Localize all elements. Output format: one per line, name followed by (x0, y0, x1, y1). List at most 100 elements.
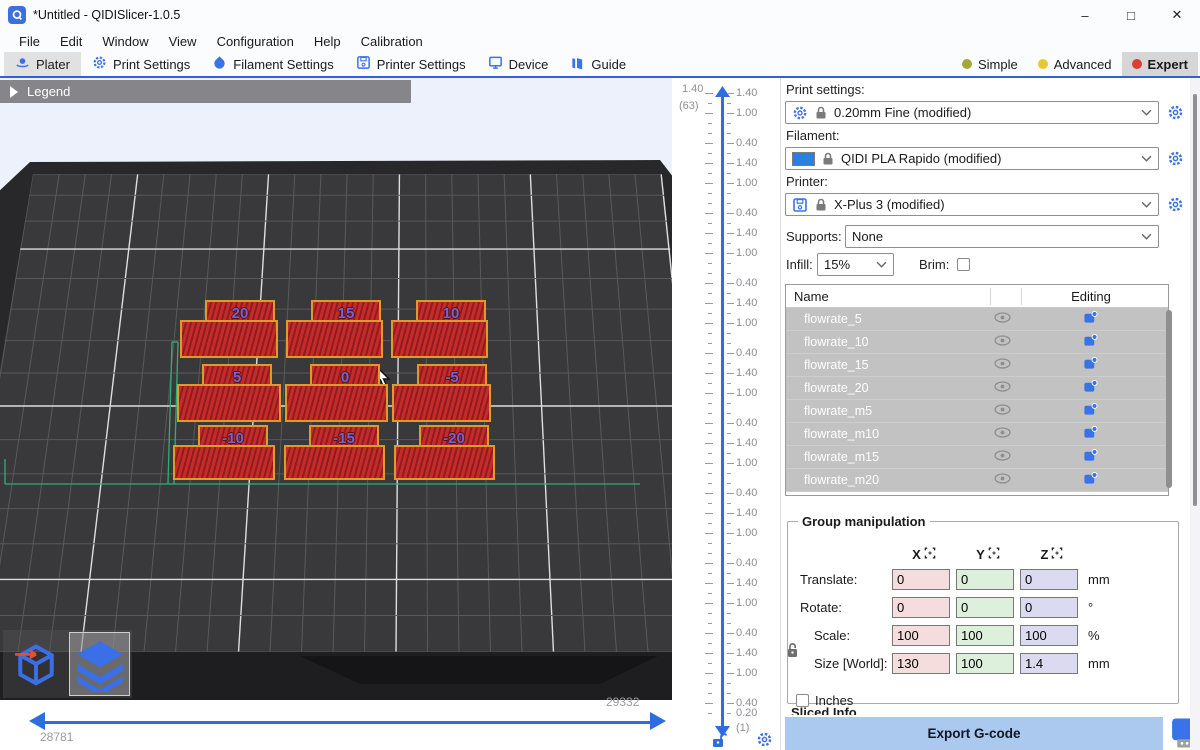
edit-object-icon[interactable] (1083, 310, 1099, 328)
object-row[interactable]: flowrate_m5 (786, 400, 1168, 423)
tab-filament-settings[interactable]: Filament Settings (201, 52, 344, 76)
brim-checkbox[interactable] (957, 258, 970, 271)
edit-object-icon[interactable] (1083, 333, 1099, 351)
flowrate-object[interactable] (286, 320, 383, 358)
tick (708, 413, 712, 414)
menu-item-edit[interactable]: Edit (51, 32, 91, 51)
object-row[interactable]: flowrate_10 (786, 331, 1168, 354)
hslider-left-thumb[interactable] (29, 712, 45, 730)
tab-guide[interactable]: Guide (559, 52, 637, 76)
minimize-button[interactable]: – (1062, 0, 1108, 30)
layer-slider-upper-thumb[interactable] (715, 86, 730, 97)
printer-icon (792, 197, 808, 213)
filament-combo[interactable]: QIDI PLA Rapido (modified) (785, 147, 1159, 170)
filament-gear-button[interactable] (1167, 150, 1184, 167)
object-row[interactable]: flowrate_m15 (786, 446, 1168, 469)
preview-view-button[interactable] (69, 632, 130, 696)
input-y[interactable] (956, 625, 1014, 646)
layer-slider-track[interactable] (721, 96, 724, 728)
edit-object-icon[interactable] (1083, 471, 1099, 489)
close-button[interactable]: ✕ (1154, 0, 1200, 30)
input-z[interactable] (1020, 625, 1078, 646)
mode-expert[interactable]: Expert (1122, 52, 1198, 76)
input-x[interactable] (892, 597, 950, 618)
menu-item-file[interactable]: File (10, 32, 49, 51)
menu-item-help[interactable]: Help (305, 32, 350, 51)
eye-icon[interactable] (994, 335, 1012, 349)
menu-item-calibration[interactable]: Calibration (352, 32, 432, 51)
eye-icon[interactable] (994, 312, 1012, 326)
flowrate-object[interactable] (394, 445, 495, 480)
input-x[interactable] (892, 653, 950, 674)
editor-view-button[interactable] (5, 632, 66, 696)
menu-item-window[interactable]: Window (93, 32, 157, 51)
menu-item-configuration[interactable]: Configuration (208, 32, 303, 51)
uniform-scale-lock-icon[interactable] (787, 642, 801, 658)
tab-device[interactable]: Device (477, 52, 560, 76)
eye-icon[interactable] (994, 473, 1012, 487)
print-settings-combo[interactable]: 0.20mm Fine (modified) (785, 101, 1159, 124)
tick (727, 393, 734, 394)
tick (705, 323, 713, 324)
eye-icon[interactable] (994, 358, 1012, 372)
tick (708, 103, 712, 104)
object-list-scrollbar[interactable] (1166, 310, 1172, 488)
input-y[interactable] (956, 597, 1014, 618)
hslider-track[interactable] (45, 721, 651, 724)
flowrate-object[interactable] (392, 384, 491, 422)
input-z[interactable] (1020, 653, 1078, 674)
edit-object-icon[interactable] (1083, 356, 1099, 374)
group-row-translate: Translate:mm (800, 569, 1110, 590)
maximize-button[interactable]: □ (1108, 0, 1154, 30)
flowrate-object[interactable] (285, 384, 388, 422)
export-gcode-button[interactable]: Export G-code (785, 717, 1163, 750)
input-z[interactable] (1020, 569, 1078, 590)
tab-print-settings[interactable]: Print Settings (81, 52, 201, 76)
legend-bar[interactable]: Legend (0, 80, 411, 103)
tick (727, 293, 731, 294)
mode-simple[interactable]: Simple (952, 52, 1028, 76)
tick (708, 123, 712, 124)
edit-object-icon[interactable] (1083, 448, 1099, 466)
lock-open-icon[interactable] (712, 732, 727, 748)
edit-object-icon[interactable] (1083, 425, 1099, 443)
layer-slider[interactable]: 1.40 (63) 1.401.000.401.401.000.401.401.… (672, 78, 780, 750)
object-row[interactable]: flowrate_20 (786, 377, 1168, 400)
flowrate-object[interactable] (391, 320, 488, 358)
flowrate-object[interactable] (177, 384, 281, 422)
printer-gear-button[interactable] (1167, 196, 1184, 213)
tab-printer-settings[interactable]: Printer Settings (345, 52, 477, 76)
infill-combo[interactable]: 15% (817, 253, 894, 276)
3d-viewport[interactable]: 20151050-5-10-15-20 Legend (0, 78, 672, 700)
object-row[interactable]: flowrate_5 (786, 308, 1168, 331)
edit-object-icon[interactable] (1083, 379, 1099, 397)
eye-icon[interactable] (994, 450, 1012, 464)
supports-combo[interactable]: None (845, 225, 1159, 248)
lock-icon (815, 106, 827, 120)
panel-scrollbar-thumb[interactable] (1193, 94, 1197, 506)
object-row[interactable]: flowrate_m20 (786, 469, 1168, 492)
eye-icon[interactable] (994, 381, 1012, 395)
input-y[interactable] (956, 569, 1014, 590)
flowrate-object[interactable] (173, 445, 275, 480)
flowrate-object[interactable] (180, 320, 278, 358)
panel-scrollbar[interactable] (1190, 78, 1200, 750)
slider-gear-icon[interactable] (756, 731, 773, 748)
tab-plater[interactable]: Plater (4, 52, 81, 76)
sidebar-panel: Print settings: 0.20mm Fine (modified) F… (780, 78, 1200, 750)
eye-icon[interactable] (994, 427, 1012, 441)
input-z[interactable] (1020, 597, 1078, 618)
object-row[interactable]: flowrate_m10 (786, 423, 1168, 446)
flowrate-object[interactable] (284, 445, 385, 480)
mode-advanced[interactable]: Advanced (1028, 52, 1122, 76)
menu-item-view[interactable]: View (160, 32, 206, 51)
input-x[interactable] (892, 625, 950, 646)
edit-object-icon[interactable] (1083, 402, 1099, 420)
print-settings-gear-button[interactable] (1167, 104, 1184, 121)
input-x[interactable] (892, 569, 950, 590)
object-row[interactable]: flowrate_15 (786, 354, 1168, 377)
input-y[interactable] (956, 653, 1014, 674)
hslider-right-thumb[interactable] (650, 712, 666, 730)
eye-icon[interactable] (994, 404, 1012, 418)
printer-combo[interactable]: X-Plus 3 (modified) (785, 193, 1159, 216)
